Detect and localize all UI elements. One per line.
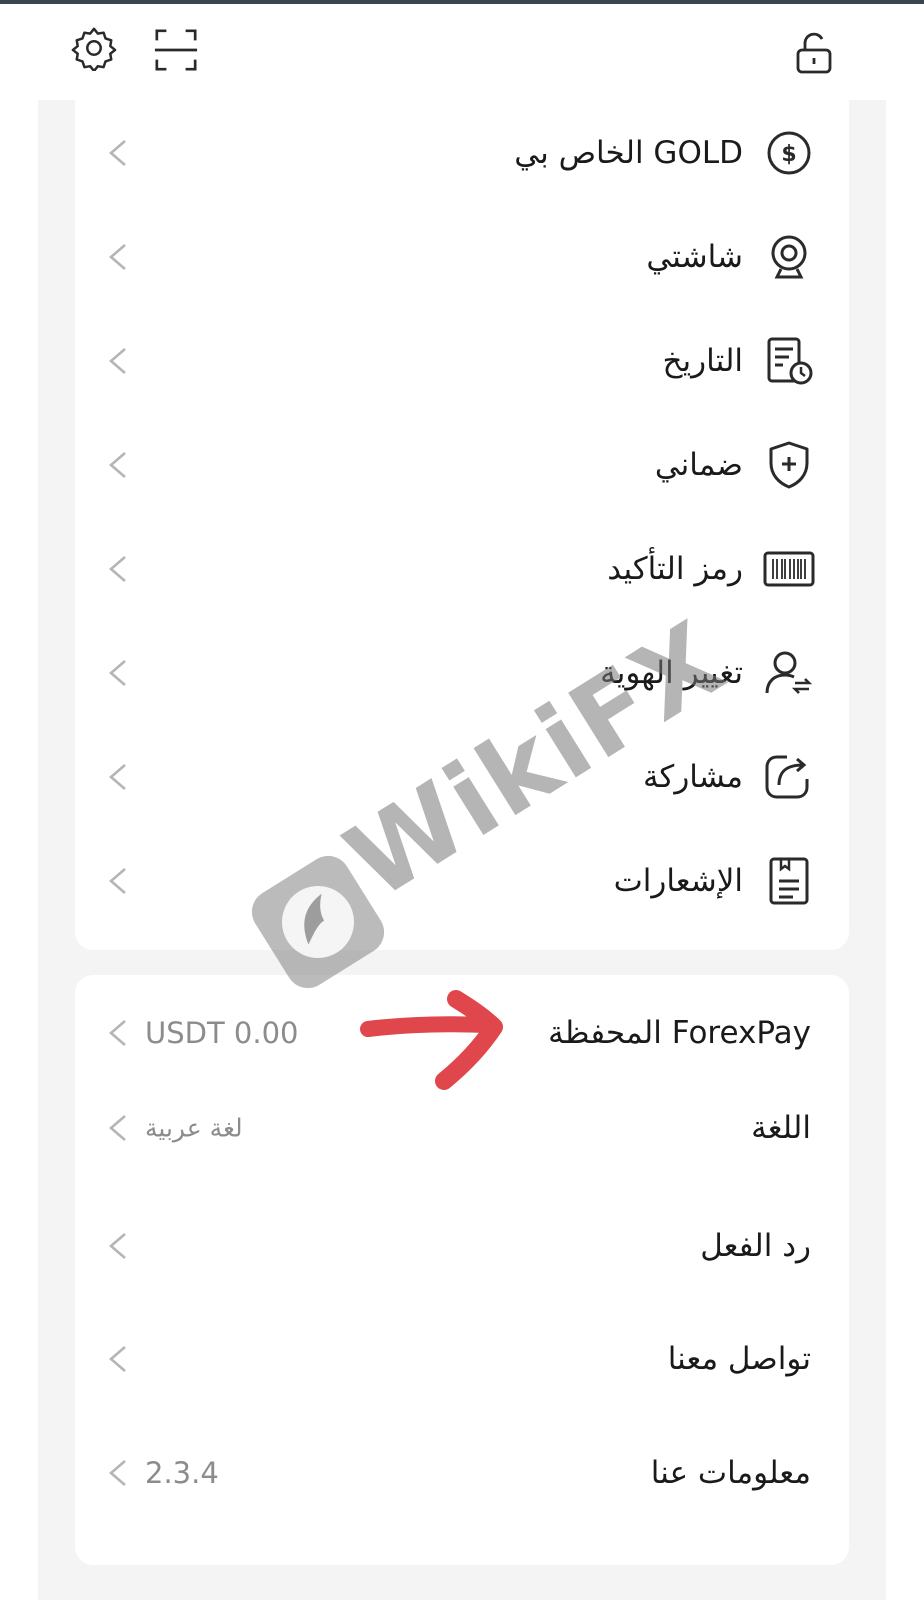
chevron-left-icon [109, 556, 126, 582]
webcam-icon [771, 235, 807, 279]
annotation-arrow-icon [360, 990, 503, 1090]
chevron-left-icon [109, 452, 126, 478]
chevron-left-icon [109, 1019, 126, 1046]
chevron-left-icon [109, 140, 126, 166]
menu-item-about-us[interactable]: 2.3.4 معلومات عنا [75, 1420, 849, 1526]
menu-item-label: معلومات عنا [650, 1455, 811, 1491]
chevron-left-icon [109, 244, 126, 270]
menu-item-label: التاريخ [662, 343, 743, 379]
menu-item-label: تواصل معنا [667, 1341, 811, 1377]
menu-item-history[interactable]: التاريخ [75, 308, 849, 414]
wallet-balance-value: USDT 0.00 [145, 1015, 299, 1050]
shield-plus-icon [769, 441, 809, 489]
menu-item-label: تغيير الهوية [600, 655, 743, 691]
menu-item-notifications[interactable]: الإشعارات [75, 828, 849, 934]
history-document-icon [767, 337, 813, 385]
chevron-left-icon [109, 660, 126, 686]
menu-item-label: الإشعارات [613, 863, 743, 899]
menu-item-label: ضماني [654, 447, 743, 483]
chevron-left-icon [109, 1460, 126, 1486]
menu-item-label: GOLD الخاص بي [514, 135, 743, 171]
menu-item-label: شاشتي [646, 239, 743, 275]
menu-item-contact-us[interactable]: تواصل معنا [75, 1306, 849, 1412]
page-bottom [38, 1565, 886, 1600]
chevron-left-icon [109, 764, 126, 790]
scan-icon[interactable] [152, 26, 200, 74]
chevron-left-icon [109, 348, 126, 374]
menu-item-change-identity[interactable]: تغيير الهوية [75, 620, 849, 726]
menu-item-gold[interactable]: GOLD الخاص بي $ [75, 100, 849, 206]
menu-item-feedback[interactable]: رد الفعل [75, 1193, 849, 1299]
chevron-left-icon [109, 1346, 126, 1372]
menu-item-label: رد الفعل [700, 1228, 811, 1264]
chevron-left-icon [109, 868, 126, 894]
menu-item-label: مشاركة [642, 759, 743, 795]
menu-item-my-screen[interactable]: شاشتي [75, 204, 849, 310]
menu-item-label: رمز التأكيد [607, 551, 743, 587]
share-icon [765, 755, 809, 799]
gear-icon[interactable] [70, 24, 118, 72]
app-version-value: 2.3.4 [145, 1456, 219, 1490]
menu-item-share[interactable]: مشاركة [75, 724, 849, 830]
menu-item-label: ForexPay المحفظة [548, 1014, 811, 1051]
dollar-circle-icon: $ [767, 131, 811, 175]
user-switch-icon [765, 651, 813, 694]
chevron-left-icon [109, 1233, 126, 1259]
svg-text:$: $ [781, 142, 796, 167]
language-value: لغة عربية [145, 1113, 243, 1143]
chevron-left-icon [109, 1115, 126, 1141]
menu-item-guarantee[interactable]: ضماني [75, 412, 849, 518]
unlock-icon[interactable] [790, 30, 838, 78]
menu-item-confirmation-code[interactable]: رمز التأكيد [75, 516, 849, 622]
notification-doc-icon [769, 857, 809, 905]
barcode-icon [763, 551, 815, 587]
menu-item-label: اللغة [751, 1110, 811, 1146]
menu-card-primary: GOLD الخاص بي $ شاشتي التاريخ ضماني رمز … [75, 100, 849, 950]
top-bar [0, 4, 924, 100]
